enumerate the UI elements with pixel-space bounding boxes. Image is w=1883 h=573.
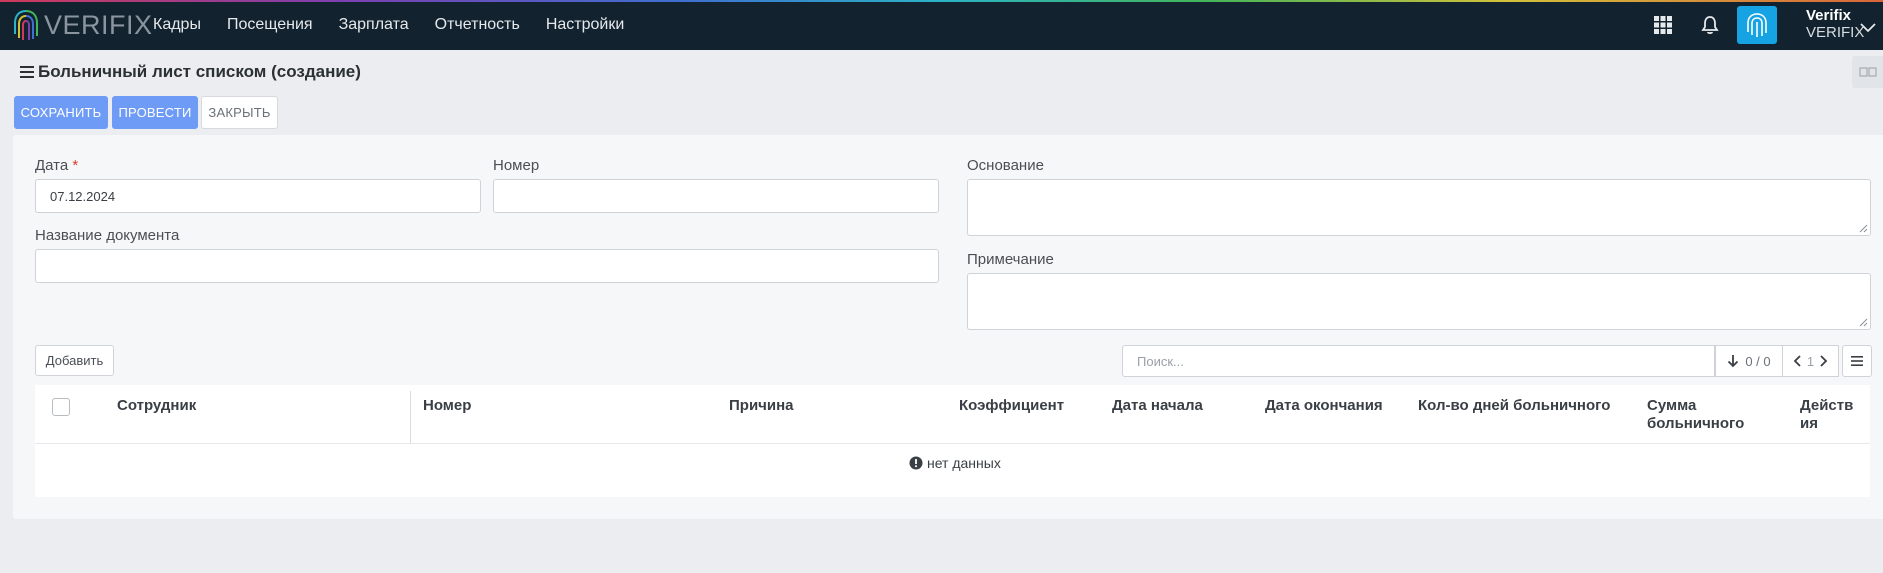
app-logo[interactable]: VERIFIX	[12, 8, 153, 42]
date-label-text: Дата	[35, 157, 69, 174]
sort-down-icon	[1728, 355, 1739, 368]
column-header[interactable]: Причина	[729, 397, 794, 415]
apps-grid-icon[interactable]	[1653, 15, 1673, 35]
date-label: Дата *	[35, 157, 78, 174]
doc-name-input[interactable]	[35, 249, 939, 283]
nav-item-salary[interactable]: Зарплата	[339, 16, 409, 34]
top-navbar: VERIFIX Кадры Посещения Зарплата Отчетно…	[0, 0, 1883, 50]
column-header[interactable]: Кол-во дней больничного	[1418, 397, 1610, 415]
column-header[interactable]: Коэффициент	[959, 397, 1064, 415]
data-table: Сотрудник Номер Причина Коэффициент Дата…	[35, 385, 1870, 497]
pager: 1	[1783, 345, 1839, 377]
logo-text: VERIFIX	[44, 9, 153, 40]
empty-state-text: нет данных	[927, 455, 1001, 471]
fingerprint-icon	[1747, 13, 1767, 37]
fingerprint-logo-icon	[14, 10, 38, 40]
number-label: Номер	[493, 157, 540, 174]
column-header[interactable]: Дата начала	[1112, 397, 1203, 415]
note-label: Примечание	[967, 251, 1054, 268]
column-header[interactable]: Номер	[423, 397, 471, 415]
info-icon	[909, 456, 923, 470]
panel-toggle-icon	[1859, 67, 1876, 77]
close-button[interactable]: ЗАКРЫТЬ	[201, 96, 278, 129]
basis-textarea[interactable]	[967, 179, 1871, 236]
basis-label: Основание	[967, 157, 1044, 174]
page-title-text: Больничный лист списком (создание)	[38, 62, 361, 81]
post-button[interactable]: ПРОВЕСТИ	[112, 96, 198, 129]
date-input[interactable]: 07.12.2024	[35, 179, 481, 213]
column-header[interactable]: Действия	[1800, 397, 1855, 433]
empty-state: нет данных	[909, 455, 1001, 471]
column-divider[interactable]	[410, 391, 411, 443]
menu-icon[interactable]	[20, 66, 34, 78]
page-number: 1	[1806, 353, 1815, 369]
nav-item-attendance[interactable]: Посещения	[227, 16, 313, 34]
record-count: 0 / 0	[1745, 353, 1771, 369]
page-title: Больничный лист списком (создание)	[20, 62, 361, 82]
bell-icon[interactable]	[1699, 14, 1721, 36]
user-menu[interactable]: Verifix VERIFIX	[1806, 7, 1864, 41]
add-button[interactable]: Добавить	[35, 345, 114, 376]
resize-grip-icon[interactable]	[1859, 224, 1868, 233]
column-header[interactable]: Сотрудник	[117, 397, 196, 415]
select-all-checkbox[interactable]	[52, 398, 70, 416]
nav-item-settings[interactable]: Настройки	[546, 16, 624, 34]
nav-item-kadry[interactable]: Кадры	[153, 16, 201, 34]
columns-menu-icon	[1851, 356, 1863, 366]
column-header[interactable]: Дата окончания	[1265, 397, 1383, 415]
user-name: Verifix	[1806, 7, 1852, 24]
record-counter[interactable]: 0 / 0	[1715, 345, 1783, 377]
side-panel-toggle[interactable]	[1852, 56, 1883, 88]
search-input[interactable]: Поиск...	[1122, 345, 1715, 377]
header-separator	[35, 443, 1870, 444]
doc-name-label: Название документа	[35, 227, 180, 244]
required-mark: *	[72, 157, 79, 174]
chevron-down-icon[interactable]	[1860, 23, 1876, 33]
column-header[interactable]: Сумма больничного	[1647, 397, 1757, 433]
chevron-left-icon[interactable]	[1793, 355, 1801, 367]
number-input[interactable]	[493, 179, 939, 213]
main-nav: Кадры Посещения Зарплата Отчетность Наст…	[153, 0, 650, 50]
chevron-right-icon[interactable]	[1820, 355, 1828, 367]
columns-menu-button[interactable]	[1842, 345, 1872, 377]
nav-item-reports[interactable]: Отчетность	[435, 16, 520, 34]
resize-grip-icon[interactable]	[1859, 318, 1868, 327]
fingerprint-button[interactable]	[1737, 6, 1777, 44]
save-button[interactable]: СОХРАНИТЬ	[14, 96, 108, 129]
user-org: VERIFIX	[1806, 24, 1865, 41]
note-textarea[interactable]	[967, 273, 1871, 330]
